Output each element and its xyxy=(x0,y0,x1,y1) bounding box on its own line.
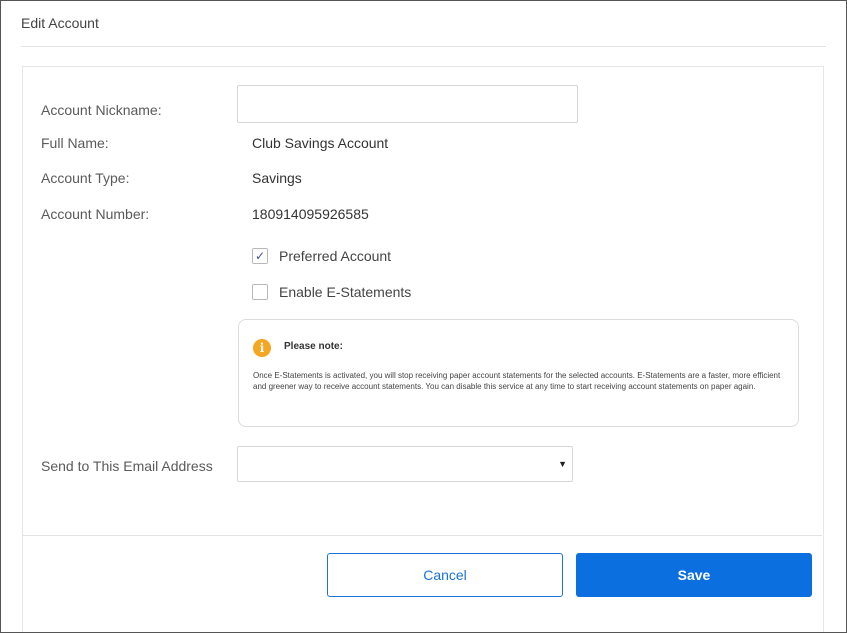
email-select[interactable]: ▼ xyxy=(237,446,573,482)
nickname-label: Account Nickname: xyxy=(41,102,162,118)
edit-account-dialog: Edit Account Account Nickname: Full Name… xyxy=(0,0,847,633)
nickname-input[interactable] xyxy=(237,85,578,123)
dialog-title: Edit Account xyxy=(21,15,99,31)
info-icon: i xyxy=(253,339,271,357)
note-box: i Please note: Once E-Statements is acti… xyxy=(238,319,799,427)
full-name-label: Full Name: xyxy=(41,135,109,151)
cancel-button[interactable]: Cancel xyxy=(327,553,563,597)
save-button[interactable]: Save xyxy=(576,553,812,597)
account-number-value: 180914095926585 xyxy=(252,206,369,222)
account-number-label: Account Number: xyxy=(41,206,150,222)
account-type-label: Account Type: xyxy=(41,170,130,186)
title-divider xyxy=(21,46,826,47)
estatements-option[interactable]: Enable E-Statements xyxy=(252,283,411,301)
preferred-account-label: Preferred Account xyxy=(279,248,392,264)
email-label: Send to This Email Address xyxy=(41,458,213,474)
estatements-label: Enable E-Statements xyxy=(279,284,412,300)
note-body: Once E-Statements is activated, you will… xyxy=(253,371,781,391)
account-type-value: Savings xyxy=(252,170,302,186)
note-title: Please note: xyxy=(284,341,343,352)
preferred-account-checkbox[interactable]: ✓ xyxy=(252,248,268,264)
full-name-value: Club Savings Account xyxy=(252,135,389,151)
footer-divider xyxy=(23,535,822,536)
caret-down-icon: ▼ xyxy=(558,459,567,469)
checkmark-icon: ✓ xyxy=(254,249,266,263)
preferred-account-option[interactable]: ✓ Preferred Account xyxy=(252,247,391,265)
estatements-checkbox[interactable] xyxy=(252,284,268,300)
